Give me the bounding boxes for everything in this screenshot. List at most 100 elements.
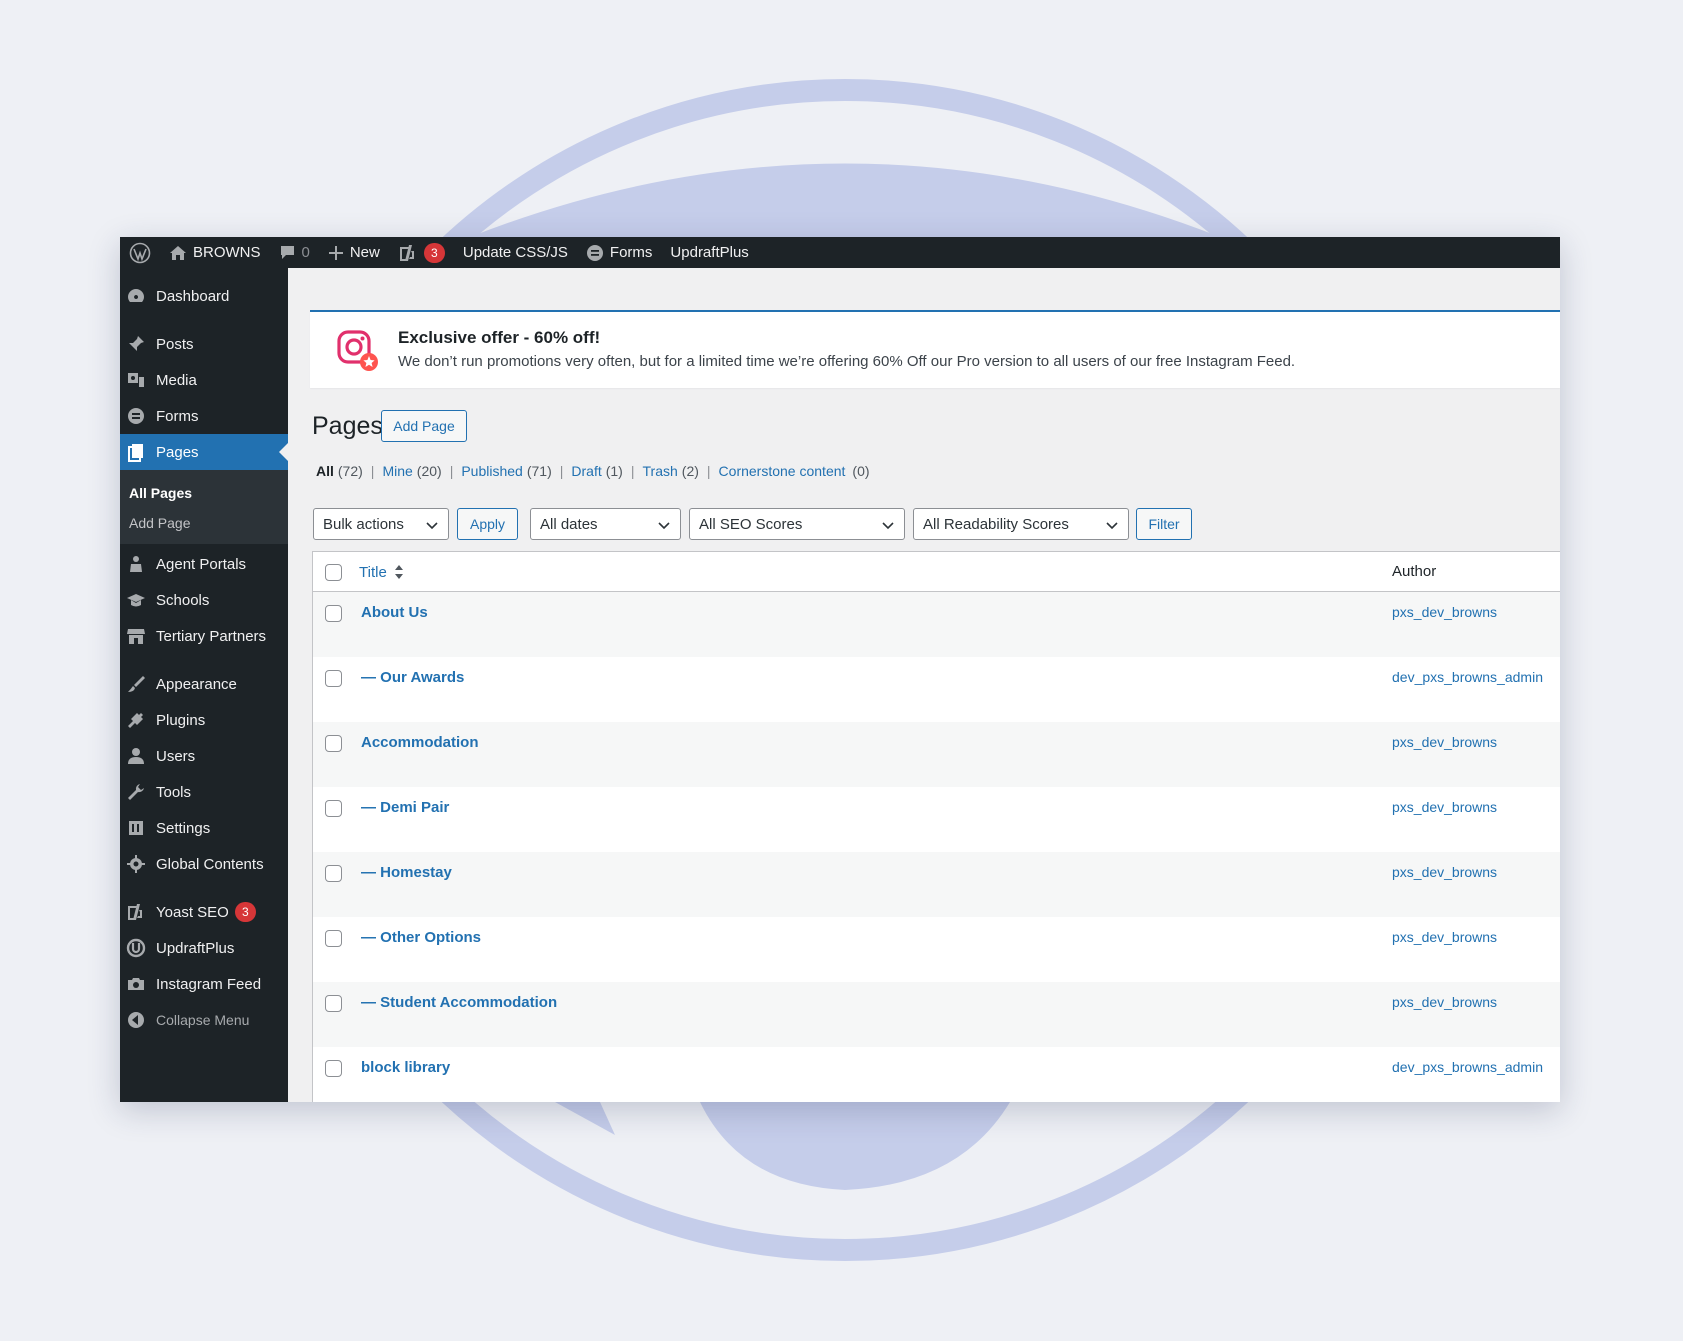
row-author-link[interactable]: pxs_dev_browns xyxy=(1392,799,1497,815)
row-title-link[interactable]: — Other Options xyxy=(361,929,481,946)
camera-icon xyxy=(128,978,144,990)
wordpress-logo-icon xyxy=(129,242,151,263)
comment-icon xyxy=(280,246,294,259)
separator: | xyxy=(370,463,375,479)
pages-submenu: All Pages Add Page xyxy=(120,470,288,544)
view-cornerstone[interactable]: Cornerstone content xyxy=(719,463,846,479)
sidebar-item-instagram-feed[interactable]: Instagram Feed xyxy=(120,966,288,1002)
seo-scores-select[interactable]: All SEO Scores xyxy=(689,508,905,540)
sidebar-item-plugins[interactable]: Plugins xyxy=(120,702,288,738)
select-all-checkbox[interactable] xyxy=(325,564,342,581)
bulk-actions-select[interactable]: Bulk actions xyxy=(313,508,449,540)
sidebar-collapse-menu[interactable]: Collapse Menu xyxy=(120,1002,288,1038)
view-mine[interactable]: Mine xyxy=(382,463,412,479)
adminbar-updraftplus[interactable]: UpdraftPlus xyxy=(661,237,757,268)
sidebar-item-label: Collapse Menu xyxy=(156,1012,250,1028)
sidebar-item-tertiary-partners[interactable]: Tertiary Partners xyxy=(120,618,288,654)
row-checkbox[interactable] xyxy=(325,1060,342,1077)
apply-button[interactable]: Apply xyxy=(457,508,518,540)
comments-count: 0 xyxy=(301,244,310,261)
dates-select[interactable]: All dates xyxy=(530,508,681,540)
sidebar-item-appearance[interactable]: Appearance xyxy=(120,666,288,702)
person-icon xyxy=(130,556,142,572)
readability-scores-select[interactable]: All Readability Scores xyxy=(913,508,1129,540)
sidebar-item-dashboard[interactable]: Dashboard xyxy=(120,278,288,314)
sidebar-item-agent-portals[interactable]: Agent Portals xyxy=(120,546,288,582)
sidebar-item-users[interactable]: Users xyxy=(120,738,288,774)
sidebar-item-label: Users xyxy=(156,747,196,765)
adminbar-new[interactable]: New xyxy=(319,237,389,268)
wrench-icon xyxy=(128,784,144,800)
sidebar-item-label: UpdraftPlus xyxy=(156,939,235,957)
updraftplus-label: UpdraftPlus xyxy=(670,244,749,261)
add-page-button[interactable]: Add Page xyxy=(381,410,467,442)
row-author-link[interactable]: pxs_dev_browns xyxy=(1392,994,1497,1010)
select-value: Bulk actions xyxy=(323,515,404,533)
sidebar-item-media[interactable]: Media xyxy=(120,362,288,398)
view-draft[interactable]: Draft xyxy=(571,463,601,479)
row-checkbox[interactable] xyxy=(325,930,342,947)
sidebar-item-label: Instagram Feed xyxy=(156,975,262,993)
adminbar-wordpress-logo[interactable] xyxy=(120,237,160,268)
sidebar-item-settings[interactable]: Settings xyxy=(120,810,288,846)
sidebar-item-schools[interactable]: Schools xyxy=(120,582,288,618)
row-checkbox[interactable] xyxy=(325,605,342,622)
table-header: Title Author xyxy=(313,552,1560,592)
column-author-header: Author xyxy=(1392,563,1437,580)
table-row: — Homestay pxs_dev_browns xyxy=(313,852,1560,917)
sidebar-item-updraftplus[interactable]: UpdraftPlus xyxy=(120,930,288,966)
row-author-link[interactable]: pxs_dev_browns xyxy=(1392,604,1497,620)
submenu-add-page[interactable]: Add Page xyxy=(120,508,288,538)
new-label: New xyxy=(349,244,380,261)
adminbar-forms[interactable]: Forms xyxy=(577,237,662,268)
pages-icon xyxy=(128,444,143,462)
chevron-down-icon xyxy=(882,522,894,530)
row-title-link[interactable]: — Homestay xyxy=(361,864,452,881)
row-title-link[interactable]: — Our Awards xyxy=(361,669,464,686)
row-title-link[interactable]: — Demi Pair xyxy=(361,799,449,816)
table-row: — Our Awards dev_pxs_browns_admin xyxy=(313,657,1560,722)
row-author-link[interactable]: pxs_dev_browns xyxy=(1392,734,1497,750)
row-checkbox[interactable] xyxy=(325,735,342,752)
view-all[interactable]: All xyxy=(316,463,334,479)
row-title-link[interactable]: Accommodation xyxy=(361,734,479,751)
filter-button[interactable]: Filter xyxy=(1136,508,1192,540)
sidebar-item-forms[interactable]: Forms xyxy=(120,398,288,434)
sidebar-item-label: Agent Portals xyxy=(156,555,247,573)
sidebar-item-posts[interactable]: Posts xyxy=(120,326,288,362)
row-author-link[interactable]: pxs_dev_browns xyxy=(1392,929,1497,945)
submenu-all-pages[interactable]: All Pages xyxy=(120,478,288,508)
notice-title: Exclusive offer - 60% off! xyxy=(398,328,601,347)
adminbar-site-name[interactable]: BROWNS xyxy=(160,237,270,268)
column-title-header[interactable]: Title xyxy=(359,563,405,581)
row-checkbox[interactable] xyxy=(325,995,342,1012)
select-value: All dates xyxy=(540,515,598,533)
row-title-link[interactable]: block library xyxy=(361,1059,450,1076)
row-title-link[interactable]: — Student Accommodation xyxy=(361,994,557,1011)
row-checkbox[interactable] xyxy=(325,670,342,687)
sidebar-item-pages[interactable]: Pages xyxy=(120,434,288,470)
sidebar-item-tools[interactable]: Tools xyxy=(120,774,288,810)
user-icon xyxy=(128,748,144,764)
row-author-link[interactable]: dev_pxs_browns_admin xyxy=(1392,1059,1543,1075)
adminbar-update-css[interactable]: Update CSS/JS xyxy=(454,237,577,268)
table-row: — Student Accommodation pxs_dev_browns xyxy=(313,982,1560,1047)
view-published[interactable]: Published xyxy=(461,463,523,479)
view-count: (72) xyxy=(337,463,363,479)
row-author-link[interactable]: dev_pxs_browns_admin xyxy=(1392,669,1543,685)
sidebar-item-yoast-seo[interactable]: Yoast SEO 3 xyxy=(120,894,288,930)
media-icon xyxy=(128,373,144,387)
row-checkbox[interactable] xyxy=(325,800,342,817)
view-count: (20) xyxy=(416,463,442,479)
sidebar-item-global-contents[interactable]: Global Contents xyxy=(120,846,288,882)
view-trash[interactable]: Trash xyxy=(643,463,678,479)
select-value: All SEO Scores xyxy=(699,515,803,533)
row-author-link[interactable]: pxs_dev_browns xyxy=(1392,864,1497,880)
adminbar-yoast[interactable]: 3 xyxy=(389,237,454,268)
adminbar-comments[interactable]: 0 xyxy=(270,237,319,268)
row-checkbox[interactable] xyxy=(325,865,342,882)
sidebar-item-label: Plugins xyxy=(156,711,206,729)
admin-bar: BROWNS 0 New 3 Update CSS/JS Forms Updra… xyxy=(120,237,1560,268)
dashboard-icon xyxy=(128,289,144,302)
row-title-link[interactable]: About Us xyxy=(361,604,428,621)
